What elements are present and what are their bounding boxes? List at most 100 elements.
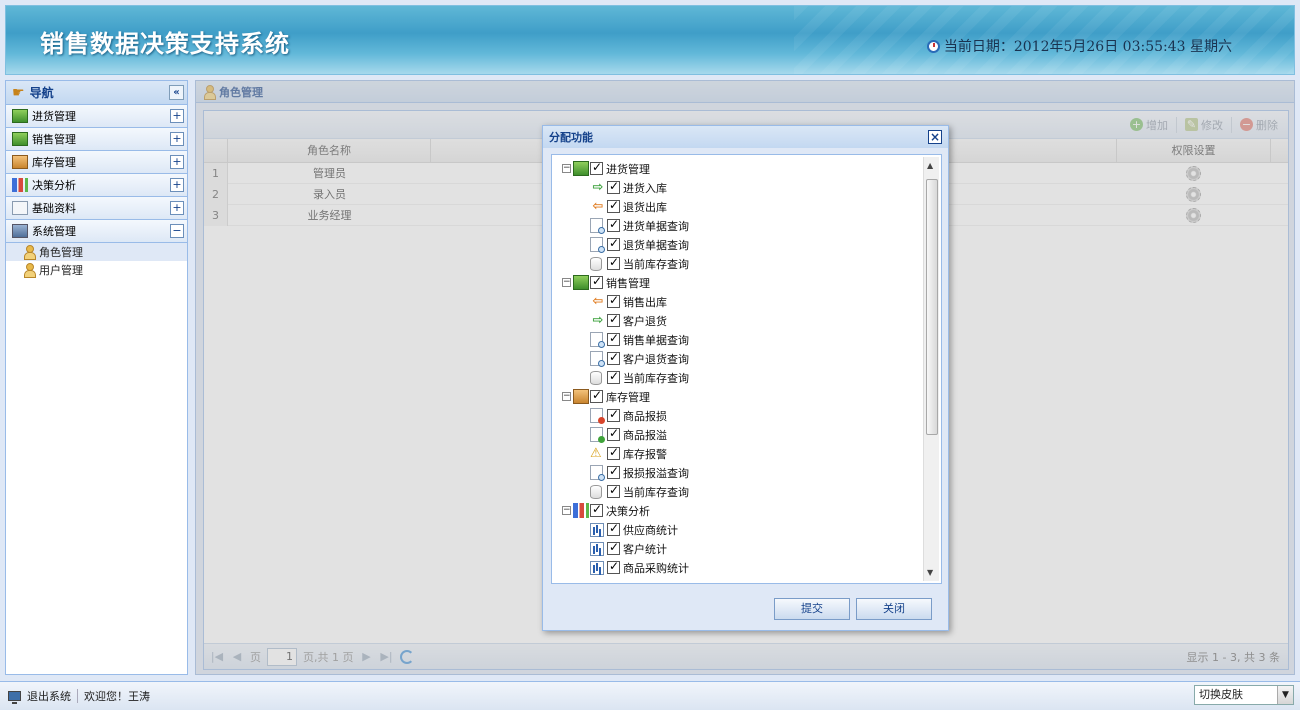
leaf-checkbox[interactable]	[607, 540, 620, 555]
scroll-thumb[interactable]	[926, 179, 938, 435]
collapse-sidebar-button[interactable]: «	[169, 85, 184, 100]
arrow-left-icon: ⇦	[592, 199, 604, 214]
assign-functions-dialog: 分配功能 × − 进货管理 ⇨进货入库 ⇦退货出库 进货单据查询 退货单据查询 …	[542, 125, 949, 631]
tree-leaf[interactable]: 当前库存查询	[562, 368, 922, 387]
tree-leaf[interactable]: 供应商统计	[562, 520, 922, 539]
user-icon	[22, 245, 36, 260]
skin-select[interactable]: 切换皮肤 ▼	[1194, 685, 1294, 705]
nav-group-sales[interactable]: 销售管理 +	[6, 128, 187, 151]
leaf-checkbox[interactable]	[607, 369, 620, 384]
leaf-label: 进货入库	[623, 181, 667, 195]
tree-scrollbar[interactable]: ▲ ▼	[923, 157, 939, 581]
leaf-label: 当前库存查询	[623, 485, 689, 499]
bar-chart-icon	[590, 560, 604, 575]
tree-leaf[interactable]: 当前库存查询	[562, 482, 922, 501]
purchase-icon	[12, 109, 28, 123]
expand-toggle[interactable]: +	[170, 155, 184, 169]
tree-leaf[interactable]: 商品报溢	[562, 425, 922, 444]
chart-icon	[573, 503, 589, 518]
collapse-node-icon[interactable]: −	[562, 392, 571, 401]
leaf-checkbox[interactable]	[607, 445, 620, 460]
tree-leaf[interactable]: 进货单据查询	[562, 216, 922, 235]
nav-group-inventory[interactable]: 库存管理 +	[6, 151, 187, 174]
tree-leaf[interactable]: 销售单据查询	[562, 330, 922, 349]
nav-group-system[interactable]: 系统管理 −	[6, 220, 187, 243]
warning-icon: ⚠	[590, 445, 602, 461]
nav-group-basics[interactable]: 基础资料 +	[6, 197, 187, 220]
node-checkbox[interactable]	[590, 160, 603, 175]
nav-title: 导航	[29, 86, 54, 100]
expand-toggle[interactable]: +	[170, 178, 184, 192]
document-search-icon	[590, 218, 605, 234]
leaf-checkbox[interactable]	[607, 217, 620, 232]
leaf-label: 客户退货查询	[623, 352, 689, 366]
logout-link[interactable]: 退出系统	[27, 688, 71, 704]
document-add-icon	[590, 427, 605, 443]
sidebar-item-label: 角色管理	[39, 246, 83, 259]
collapse-node-icon[interactable]: −	[562, 506, 571, 515]
tree-leaf[interactable]: ⇨ 客户退货	[562, 311, 922, 330]
leaf-checkbox[interactable]	[607, 483, 620, 498]
collapse-node-icon[interactable]: −	[562, 164, 571, 173]
skin-select-value: 切换皮肤	[1199, 688, 1243, 701]
close-icon[interactable]: ×	[928, 130, 942, 144]
leaf-checkbox[interactable]	[607, 464, 620, 479]
scroll-up-icon[interactable]: ▲	[927, 161, 933, 170]
collapse-node-icon[interactable]: −	[562, 278, 571, 287]
node-checkbox[interactable]	[590, 502, 603, 517]
tree-leaf[interactable]: 商品报损	[562, 406, 922, 425]
tree-leaf[interactable]: 当前库存查询	[562, 254, 922, 273]
tree-node-analysis[interactable]: − 决策分析	[562, 501, 922, 520]
bar-chart-icon	[590, 541, 604, 556]
expand-toggle[interactable]: +	[170, 109, 184, 123]
tree-leaf[interactable]: 客户统计	[562, 539, 922, 558]
leaf-label: 当前库存查询	[623, 371, 689, 385]
sidebar-item-role-management[interactable]: 角色管理	[6, 243, 187, 261]
dialog-title-bar: 分配功能 ×	[543, 126, 948, 148]
node-checkbox[interactable]	[590, 388, 603, 403]
leaf-checkbox[interactable]	[607, 331, 620, 346]
leaf-checkbox[interactable]	[607, 559, 620, 574]
collapse-toggle[interactable]: −	[170, 224, 184, 238]
tree-node-purchase[interactable]: − 进货管理	[562, 159, 922, 178]
nav-group-purchase[interactable]: 进货管理 +	[6, 105, 187, 128]
leaf-checkbox[interactable]	[607, 521, 620, 536]
leaf-checkbox[interactable]	[607, 407, 620, 422]
tree-leaf[interactable]: 报损报溢查询	[562, 463, 922, 482]
tree-leaf[interactable]: ⇨ 进货入库	[562, 178, 922, 197]
leaf-checkbox[interactable]	[607, 179, 620, 194]
leaf-checkbox[interactable]	[607, 350, 620, 365]
node-checkbox[interactable]	[590, 274, 603, 289]
tree-leaf[interactable]: 客户退货查询	[562, 349, 922, 368]
leaf-checkbox[interactable]	[607, 236, 620, 251]
leaf-checkbox[interactable]	[607, 198, 620, 213]
leaf-checkbox[interactable]	[607, 426, 620, 441]
computer-icon	[12, 224, 28, 238]
sidebar-item-user-management[interactable]: 用户管理	[6, 261, 187, 279]
tree-leaf[interactable]: ⇦ 销售出库	[562, 292, 922, 311]
leaf-label: 商品采购统计	[623, 561, 689, 575]
expand-toggle[interactable]: +	[170, 201, 184, 215]
tree-leaf[interactable]: 商品采购统计	[562, 558, 922, 577]
document-search-icon	[590, 351, 605, 367]
purchase-icon	[573, 161, 589, 176]
expand-toggle[interactable]: +	[170, 132, 184, 146]
document-search-icon	[590, 237, 605, 253]
leaf-label: 客户退货	[623, 314, 667, 328]
tree-node-inventory[interactable]: − 库存管理	[562, 387, 922, 406]
chevron-down-icon[interactable]: ▼	[1277, 686, 1293, 704]
scroll-down-icon[interactable]: ▼	[927, 568, 933, 577]
submit-button[interactable]: 提交	[774, 598, 850, 620]
nav-group-analysis[interactable]: 决策分析 +	[6, 174, 187, 197]
leaf-checkbox[interactable]	[607, 293, 620, 308]
status-bar: 退出系统 欢迎您！王涛 切换皮肤 ▼	[0, 681, 1300, 710]
tree-leaf[interactable]: 退货单据查询	[562, 235, 922, 254]
tree-leaf[interactable]: ⚠ 库存报警	[562, 444, 922, 463]
close-button[interactable]: 关闭	[856, 598, 932, 620]
leaf-checkbox[interactable]	[607, 312, 620, 327]
leaf-label: 报损报溢查询	[623, 466, 689, 480]
tree-node-sales[interactable]: − 销售管理	[562, 273, 922, 292]
nav-group-label: 决策分析	[32, 179, 76, 192]
leaf-checkbox[interactable]	[607, 255, 620, 270]
tree-leaf[interactable]: ⇦ 退货出库	[562, 197, 922, 216]
